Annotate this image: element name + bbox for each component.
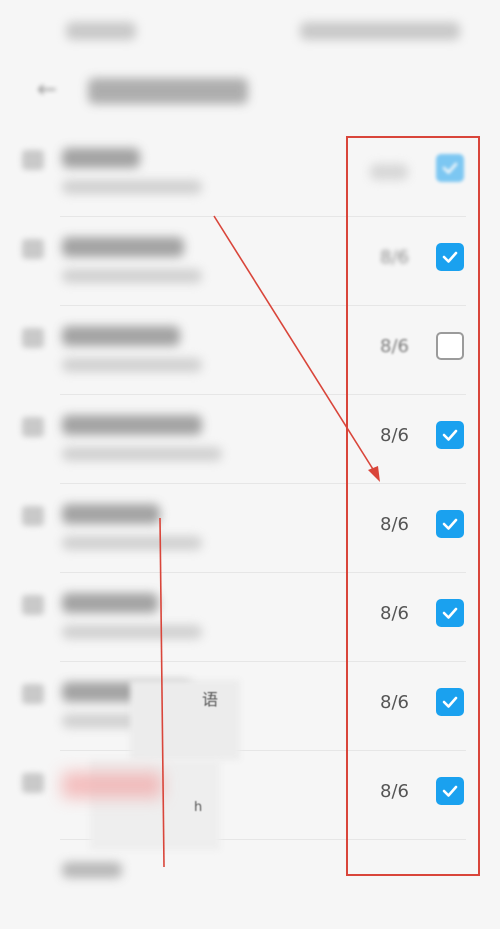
page-title-blurred	[88, 78, 248, 104]
screen: ← 8/6 8/6 8/6 8/6 8/6 8/6 8/6 语 h	[0, 0, 500, 878]
item-name-blurred	[62, 237, 184, 257]
item-subtitle-blurred	[62, 358, 202, 372]
status-icons-blurred	[300, 22, 460, 40]
item-subtitle-blurred	[62, 536, 202, 550]
item-name-blurred	[62, 326, 180, 346]
item-subtitle-blurred	[62, 625, 202, 639]
item-subtitle-blurred	[62, 180, 202, 194]
header: ←	[0, 58, 500, 124]
privacy-mosaic	[130, 680, 240, 760]
annotation-highlight-box	[346, 136, 480, 876]
item-subtitle-blurred	[62, 447, 222, 461]
text-fragment: h	[194, 800, 203, 815]
item-icon	[22, 595, 44, 615]
item-name-blurred	[62, 862, 122, 878]
item-icon	[22, 328, 44, 348]
item-subtitle-blurred	[62, 269, 202, 283]
item-icon	[22, 150, 44, 170]
privacy-mosaic	[62, 772, 162, 798]
item-name-blurred	[62, 593, 158, 613]
item-icon	[22, 417, 44, 437]
item-icon	[22, 773, 44, 793]
item-icon	[22, 506, 44, 526]
back-arrow-icon[interactable]: ←	[32, 74, 62, 104]
text-fragment: 语	[202, 690, 219, 709]
item-name-blurred	[62, 148, 140, 168]
status-bar	[0, 0, 500, 58]
item-name-blurred	[62, 415, 202, 435]
item-icon	[22, 239, 44, 259]
status-time-blurred	[66, 22, 136, 40]
item-icon	[22, 684, 44, 704]
item-name-blurred	[62, 504, 160, 524]
